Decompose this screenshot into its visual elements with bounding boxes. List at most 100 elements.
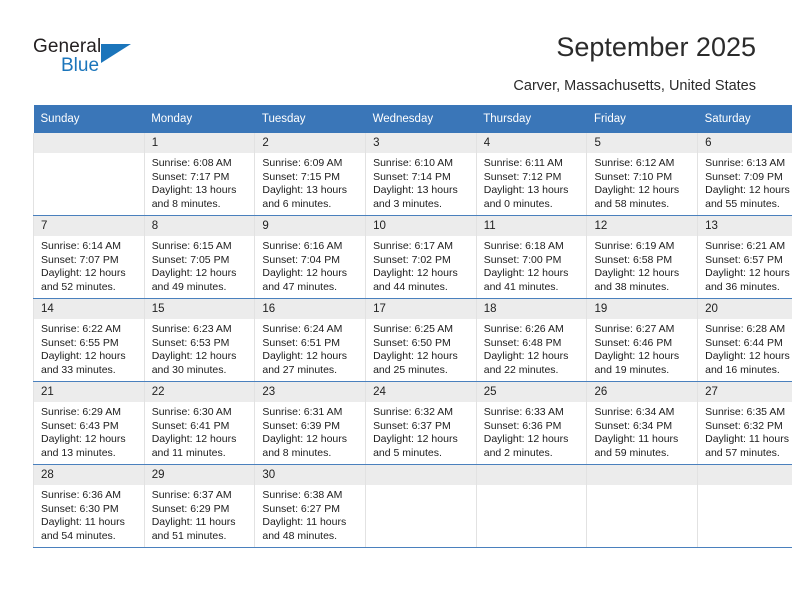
- sunset-text: Sunset: 7:12 PM: [483, 170, 562, 183]
- day-info: Sunrise: 6:33 AM Sunset: 6:36 PM Dayligh…: [477, 402, 587, 460]
- weekday-header-tuesday: Tuesday: [254, 105, 366, 133]
- day-cell[interactable]: 26 Sunrise: 6:34 AM Sunset: 6:34 PM Dayl…: [586, 381, 699, 465]
- weekday-header-monday: Monday: [144, 105, 255, 133]
- day-info: Sunrise: 6:30 AM Sunset: 6:41 PM Dayligh…: [145, 402, 255, 460]
- sunset-text: Sunset: 6:30 PM: [41, 502, 119, 515]
- daylight-text-line1: Daylight: 12 hours: [483, 433, 569, 446]
- daylight-text-line1: Daylight: 12 hours: [594, 350, 680, 363]
- day-info: Sunrise: 6:35 AM Sunset: 6:32 PM Dayligh…: [698, 402, 792, 460]
- day-cell[interactable]: 16 Sunrise: 6:24 AM Sunset: 6:51 PM Dayl…: [254, 298, 367, 382]
- daylight-text-line1: Daylight: 11 hours: [262, 516, 347, 529]
- day-info: Sunrise: 6:25 AM Sunset: 6:50 PM Dayligh…: [366, 319, 476, 377]
- sunset-text: Sunset: 6:37 PM: [373, 419, 451, 432]
- day-cell[interactable]: 1 Sunrise: 6:08 AM Sunset: 7:17 PM Dayli…: [143, 133, 256, 216]
- day-number: 3: [366, 133, 476, 153]
- day-cell[interactable]: 11 Sunrise: 6:18 AM Sunset: 7:00 PM Dayl…: [475, 215, 588, 299]
- day-cell: [697, 464, 792, 548]
- sunrise-text: Sunrise: 6:11 AM: [483, 157, 563, 169]
- sunrise-text: Sunrise: 6:31 AM: [262, 406, 343, 418]
- daylight-text-line2: and 49 minutes.: [151, 280, 227, 293]
- daylight-text-line1: Daylight: 12 hours: [483, 350, 569, 363]
- day-cell[interactable]: 17 Sunrise: 6:25 AM Sunset: 6:50 PM Dayl…: [365, 298, 477, 382]
- day-cell[interactable]: 7 Sunrise: 6:14 AM Sunset: 7:07 PM Dayli…: [33, 215, 145, 299]
- day-cell[interactable]: 28 Sunrise: 6:36 AM Sunset: 6:30 PM Dayl…: [33, 464, 145, 548]
- day-info: Sunrise: 6:15 AM Sunset: 7:05 PM Dayligh…: [145, 236, 255, 294]
- day-cell[interactable]: 20 Sunrise: 6:28 AM Sunset: 6:44 PM Dayl…: [697, 298, 792, 382]
- day-info: Sunrise: 6:23 AM Sunset: 6:53 PM Dayligh…: [145, 319, 255, 377]
- day-info: Sunrise: 6:24 AM Sunset: 6:51 PM Dayligh…: [255, 319, 365, 377]
- daylight-text-line1: Daylight: 11 hours: [151, 516, 236, 529]
- day-cell[interactable]: 9 Sunrise: 6:16 AM Sunset: 7:04 PM Dayli…: [254, 215, 367, 299]
- sunrise-text: Sunrise: 6:33 AM: [483, 406, 564, 418]
- calendar-week-row: 7 Sunrise: 6:14 AM Sunset: 7:07 PM Dayli…: [33, 215, 792, 299]
- day-cell[interactable]: 10 Sunrise: 6:17 AM Sunset: 7:02 PM Dayl…: [365, 215, 477, 299]
- daylight-text-line1: Daylight: 12 hours: [594, 184, 680, 197]
- daylight-text-line2: and 16 minutes.: [705, 363, 780, 376]
- day-info: Sunrise: 6:38 AM Sunset: 6:27 PM Dayligh…: [255, 485, 365, 543]
- day-cell[interactable]: 18 Sunrise: 6:26 AM Sunset: 6:48 PM Dayl…: [475, 298, 588, 382]
- sunrise-text: Sunrise: 6:21 AM: [705, 240, 786, 252]
- day-number: 2: [255, 133, 366, 153]
- sunset-text: Sunset: 6:43 PM: [41, 419, 119, 432]
- daylight-text-line1: Daylight: 12 hours: [151, 433, 237, 446]
- sunset-text: Sunset: 6:44 PM: [705, 336, 783, 349]
- sunrise-text: Sunrise: 6:18 AM: [483, 240, 564, 252]
- day-number: [34, 133, 144, 153]
- sunset-text: Sunset: 6:48 PM: [483, 336, 562, 349]
- sunset-text: Sunset: 6:39 PM: [262, 419, 341, 432]
- day-info: Sunrise: 6:27 AM Sunset: 6:46 PM Dayligh…: [587, 319, 697, 377]
- day-info: Sunrise: 6:13 AM Sunset: 7:09 PM Dayligh…: [698, 153, 792, 211]
- daylight-text-line2: and 30 minutes.: [151, 363, 227, 376]
- day-number: 29: [144, 465, 255, 485]
- day-cell[interactable]: 25 Sunrise: 6:33 AM Sunset: 6:36 PM Dayl…: [475, 381, 588, 465]
- sunrise-text: Sunrise: 6:35 AM: [705, 406, 786, 418]
- day-cell[interactable]: 2 Sunrise: 6:09 AM Sunset: 7:15 PM Dayli…: [254, 133, 367, 216]
- day-cell[interactable]: 4 Sunrise: 6:11 AM Sunset: 7:12 PM Dayli…: [475, 133, 588, 216]
- day-number: 6: [698, 133, 792, 153]
- day-cell[interactable]: 12 Sunrise: 6:19 AM Sunset: 6:58 PM Dayl…: [586, 215, 699, 299]
- day-cell[interactable]: 14 Sunrise: 6:22 AM Sunset: 6:55 PM Dayl…: [33, 298, 145, 382]
- daylight-text-line1: Daylight: 11 hours: [41, 516, 125, 529]
- day-cell[interactable]: 19 Sunrise: 6:27 AM Sunset: 6:46 PM Dayl…: [586, 298, 699, 382]
- day-cell[interactable]: 29 Sunrise: 6:37 AM Sunset: 6:29 PM Dayl…: [143, 464, 256, 548]
- day-cell[interactable]: 23 Sunrise: 6:31 AM Sunset: 6:39 PM Dayl…: [254, 381, 367, 465]
- day-info: Sunrise: 6:09 AM Sunset: 7:15 PM Dayligh…: [255, 153, 365, 211]
- day-number: 18: [476, 299, 587, 319]
- day-cell[interactable]: 30 Sunrise: 6:38 AM Sunset: 6:27 PM Dayl…: [254, 464, 367, 548]
- day-info: Sunrise: 6:18 AM Sunset: 7:00 PM Dayligh…: [477, 236, 587, 294]
- sunrise-text: Sunrise: 6:38 AM: [262, 489, 343, 501]
- sunrise-text: Sunrise: 6:15 AM: [151, 240, 232, 252]
- day-cell[interactable]: 27 Sunrise: 6:35 AM Sunset: 6:32 PM Dayl…: [697, 381, 792, 465]
- sunrise-text: Sunrise: 6:30 AM: [151, 406, 232, 418]
- day-cell[interactable]: 8 Sunrise: 6:15 AM Sunset: 7:05 PM Dayli…: [143, 215, 256, 299]
- day-info: Sunrise: 6:10 AM Sunset: 7:14 PM Dayligh…: [366, 153, 476, 211]
- day-cell[interactable]: 15 Sunrise: 6:23 AM Sunset: 6:53 PM Dayl…: [143, 298, 256, 382]
- day-cell[interactable]: 5 Sunrise: 6:12 AM Sunset: 7:10 PM Dayli…: [586, 133, 699, 216]
- sunrise-text: Sunrise: 6:10 AM: [373, 157, 454, 169]
- daylight-text-line1: Daylight: 12 hours: [705, 350, 790, 363]
- day-cell[interactable]: 22 Sunrise: 6:30 AM Sunset: 6:41 PM Dayl…: [143, 381, 256, 465]
- day-cell[interactable]: 13 Sunrise: 6:21 AM Sunset: 6:57 PM Dayl…: [697, 215, 792, 299]
- sunset-text: Sunset: 6:32 PM: [705, 419, 783, 432]
- weekday-header-sunday: Sunday: [33, 105, 145, 133]
- page-subtitle: Carver, Massachusetts, United States: [513, 78, 756, 94]
- daylight-text-line1: Daylight: 12 hours: [151, 267, 237, 280]
- day-cell[interactable]: 21 Sunrise: 6:29 AM Sunset: 6:43 PM Dayl…: [33, 381, 145, 465]
- day-info: Sunrise: 6:28 AM Sunset: 6:44 PM Dayligh…: [698, 319, 792, 377]
- sunrise-text: Sunrise: 6:14 AM: [41, 240, 121, 252]
- daylight-text-line1: Daylight: 12 hours: [41, 267, 126, 280]
- daylight-text-line1: Daylight: 13 hours: [151, 184, 237, 197]
- day-number: 13: [698, 216, 792, 236]
- sunset-text: Sunset: 6:46 PM: [594, 336, 673, 349]
- brand-logo[interactable]: General Blue: [33, 36, 163, 82]
- day-cell[interactable]: 6 Sunrise: 6:13 AM Sunset: 7:09 PM Dayli…: [697, 133, 792, 216]
- daylight-text-line2: and 27 minutes.: [262, 363, 338, 376]
- daylight-text-line2: and 11 minutes.: [151, 446, 226, 459]
- day-cell[interactable]: 3 Sunrise: 6:10 AM Sunset: 7:14 PM Dayli…: [365, 133, 477, 216]
- day-info: Sunrise: 6:26 AM Sunset: 6:48 PM Dayligh…: [477, 319, 587, 377]
- sunrise-text: Sunrise: 6:24 AM: [262, 323, 343, 335]
- day-number: [587, 465, 698, 485]
- day-cell[interactable]: 24 Sunrise: 6:32 AM Sunset: 6:37 PM Dayl…: [365, 381, 477, 465]
- daylight-text-line1: Daylight: 12 hours: [483, 267, 569, 280]
- daylight-text-line2: and 33 minutes.: [41, 363, 116, 376]
